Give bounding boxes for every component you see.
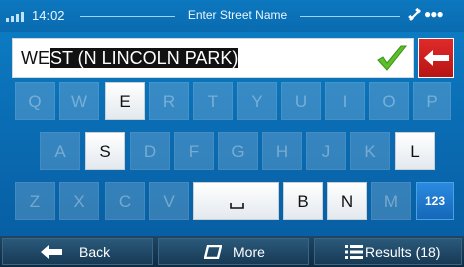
left-arrow-icon	[41, 245, 62, 259]
key-s[interactable]: S	[85, 132, 125, 170]
key-b[interactable]: B	[283, 182, 323, 220]
backspace-button[interactable]	[418, 38, 454, 78]
more-label: More	[233, 244, 265, 260]
key-y: Y	[237, 82, 277, 120]
key-o: O	[369, 82, 409, 120]
key-u: U	[281, 82, 321, 120]
key-c: C	[105, 182, 145, 220]
key-k: K	[350, 132, 390, 170]
clock-time: 14:02	[32, 8, 65, 23]
results-label: Results (18)	[365, 244, 441, 260]
back-label: Back	[79, 244, 111, 260]
status-bar: 14:02 Enter Street Name ●●●	[0, 0, 464, 32]
key-r: R	[149, 82, 189, 120]
space-bar-icon	[230, 203, 244, 209]
list-icon	[345, 245, 363, 259]
key-i: I	[325, 82, 365, 120]
space-key[interactable]	[193, 182, 279, 220]
signal-bars-icon	[6, 12, 30, 22]
street-entry-screen: 14:02 Enter Street Name ●●● WEST (N LINC…	[0, 0, 464, 267]
key-e[interactable]: E	[105, 82, 145, 120]
key-n[interactable]: N	[327, 182, 367, 220]
header-divider-right	[300, 16, 400, 17]
numeric-keyboard-button[interactable]: 123	[416, 182, 454, 220]
autocomplete-suggestion: ST (N LINCOLN PARK)	[50, 48, 239, 68]
key-m: M	[371, 182, 411, 220]
back-button[interactable]: Back	[2, 238, 153, 265]
key-z: Z	[15, 182, 55, 220]
checkmark-icon[interactable]	[375, 43, 409, 73]
key-g: G	[218, 132, 258, 170]
key-w: W	[59, 82, 99, 120]
street-name-input[interactable]: WEST (N LINCOLN PARK)	[12, 38, 414, 78]
key-h: H	[262, 132, 302, 170]
bottom-bar: Back More Results (18)	[0, 236, 464, 267]
street-name-text: WEST (N LINCOLN PARK)	[21, 48, 239, 69]
key-p: P	[413, 82, 451, 120]
key-l[interactable]: L	[395, 132, 435, 170]
gps-status-dots-icon: ●●●	[424, 7, 444, 21]
key-q: Q	[15, 82, 55, 120]
key-v: V	[149, 182, 189, 220]
results-button[interactable]: Results (18)	[314, 238, 462, 265]
header-divider-left	[80, 16, 175, 17]
key-t: T	[193, 82, 233, 120]
page-title: Enter Street Name	[187, 8, 288, 22]
more-options-icon	[204, 245, 222, 259]
key-a: A	[40, 132, 80, 170]
typed-text: WE	[21, 48, 50, 68]
backspace-arrow-icon	[424, 50, 449, 66]
key-j: J	[306, 132, 346, 170]
key-x: X	[59, 182, 99, 220]
key-d: D	[130, 132, 170, 170]
satellite-icon	[408, 7, 422, 25]
more-button[interactable]: More	[158, 238, 309, 265]
key-f: F	[174, 132, 214, 170]
